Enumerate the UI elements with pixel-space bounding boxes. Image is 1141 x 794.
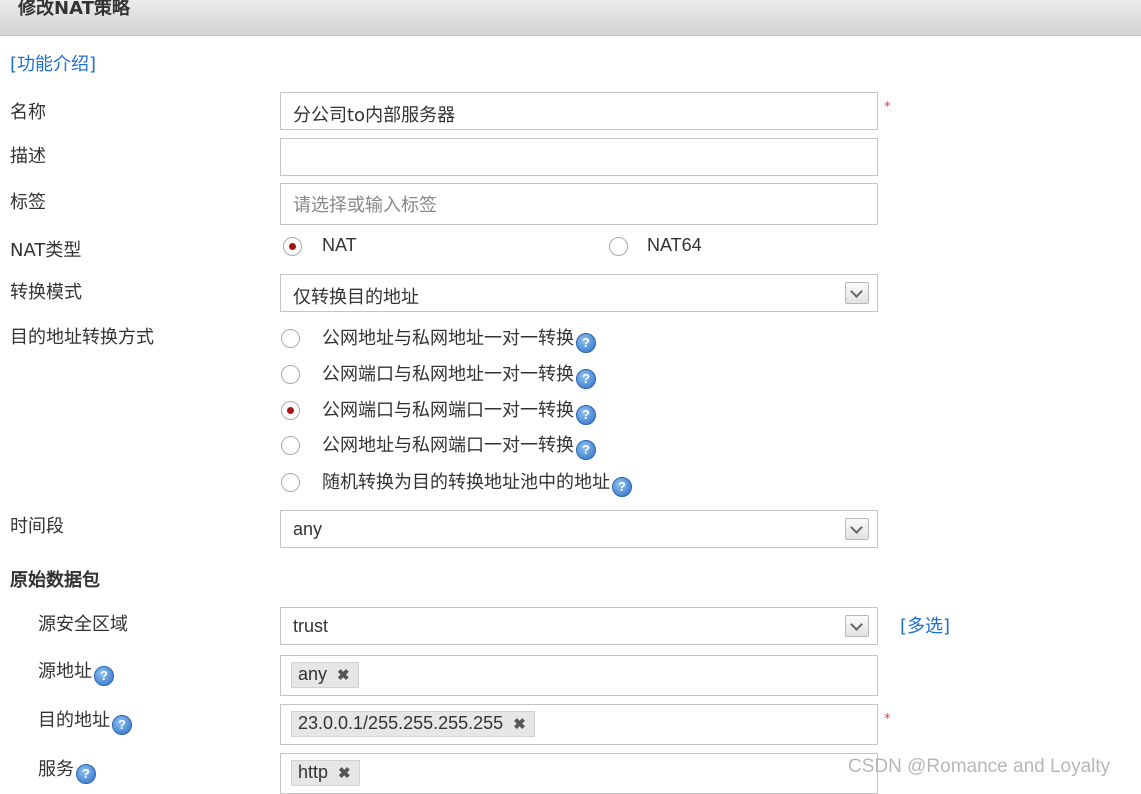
dst-convert-option-4-label: 公网地址与私网端口一对一转换 <box>322 435 574 456</box>
remove-tag-icon[interactable]: ✖ <box>513 716 526 733</box>
nat-type-option-nat[interactable]: NAT <box>322 235 357 256</box>
src-addr-label-text: 源地址 <box>38 661 92 682</box>
chevron-down-icon[interactable] <box>845 615 869 637</box>
nat-type-label: NAT类型 <box>10 240 82 261</box>
page-title: 修改NAT策略 <box>18 0 130 19</box>
convert-mode-value: 仅转换目的地址 <box>293 287 419 308</box>
dst-convert-option-5[interactable]: 随机转换为目的转换地址池中的地址? <box>322 468 632 497</box>
dst-convert-method-label: 目的地址转换方式 <box>10 327 154 348</box>
help-icon[interactable]: ? <box>576 440 596 460</box>
dst-addr-input[interactable]: 23.0.0.1/255.255.255.255 ✖ <box>280 704 878 745</box>
description-input[interactable] <box>280 138 878 176</box>
remove-tag-icon[interactable]: ✖ <box>337 667 350 684</box>
time-range-label: 时间段 <box>10 516 64 537</box>
chevron-down-icon[interactable] <box>845 518 869 540</box>
name-input[interactable]: 分公司to内部服务器 <box>280 92 878 130</box>
help-icon[interactable]: ? <box>612 477 632 497</box>
dst-convert-radio-3[interactable] <box>281 401 300 420</box>
help-icon[interactable]: ? <box>576 405 596 425</box>
convert-mode-label: 转换模式 <box>10 282 82 303</box>
dst-addr-tag-text: 23.0.0.1/255.255.255.255 <box>298 713 504 733</box>
src-zone-label: 源安全区域 <box>38 614 128 635</box>
chevron-down-icon[interactable] <box>845 282 869 304</box>
src-addr-tag-text: any <box>298 664 328 684</box>
dst-convert-radio-4[interactable] <box>281 436 300 455</box>
src-zone-select[interactable]: trust <box>280 607 878 645</box>
service-label: 服务? <box>38 755 96 784</box>
nat-type-radio-nat[interactable] <box>283 237 302 256</box>
src-addr-tag: any ✖ <box>291 662 359 688</box>
dst-convert-option-3[interactable]: 公网端口与私网端口一对一转换? <box>322 396 596 425</box>
name-required-mark: * <box>884 100 891 115</box>
dst-convert-option-2-label: 公网端口与私网地址一对一转换 <box>322 364 574 385</box>
nat-type-radio-nat64[interactable] <box>609 237 628 256</box>
help-icon[interactable]: ? <box>112 715 132 735</box>
watermark: CSDN @Romance and Loyalty <box>848 756 1111 777</box>
dst-convert-option-4[interactable]: 公网地址与私网端口一对一转换? <box>322 431 596 460</box>
service-tag: http ✖ <box>291 760 360 786</box>
dst-convert-radio-2[interactable] <box>281 365 300 384</box>
service-label-text: 服务 <box>38 759 74 780</box>
original-packet-heading: 原始数据包 <box>10 570 100 591</box>
service-input[interactable]: http ✖ <box>280 753 878 794</box>
dst-convert-option-5-label: 随机转换为目的转换地址池中的地址 <box>322 472 610 493</box>
dst-convert-option-1[interactable]: 公网地址与私网地址一对一转换? <box>322 324 596 353</box>
multi-select-link[interactable]: [多选] <box>900 612 950 638</box>
dst-convert-option-3-label: 公网端口与私网端口一对一转换 <box>322 400 574 421</box>
tags-input-placeholder: 请选择或输入标签 <box>293 195 437 216</box>
time-range-value: any <box>293 519 323 539</box>
dst-addr-required-mark: * <box>884 712 891 727</box>
dst-addr-label-text: 目的地址 <box>38 710 110 731</box>
intro-link[interactable]: [功能介绍] <box>10 50 96 76</box>
convert-mode-select[interactable]: 仅转换目的地址 <box>280 274 878 312</box>
dst-convert-option-2[interactable]: 公网端口与私网地址一对一转换? <box>322 360 596 389</box>
name-input-value: 分公司to内部服务器 <box>293 105 456 126</box>
src-addr-input[interactable]: any ✖ <box>280 655 878 696</box>
nat-type-option-nat64[interactable]: NAT64 <box>647 235 702 256</box>
help-icon[interactable]: ? <box>76 764 96 784</box>
dst-convert-radio-1[interactable] <box>281 329 300 348</box>
dst-addr-tag: 23.0.0.1/255.255.255.255 ✖ <box>291 711 535 737</box>
src-addr-label: 源地址? <box>38 657 114 686</box>
dst-convert-option-1-label: 公网地址与私网地址一对一转换 <box>322 328 574 349</box>
tags-label: 标签 <box>10 192 46 213</box>
dst-addr-label: 目的地址? <box>38 706 132 735</box>
help-icon[interactable]: ? <box>576 333 596 353</box>
tags-input[interactable]: 请选择或输入标签 <box>280 183 878 225</box>
remove-tag-icon[interactable]: ✖ <box>338 765 351 782</box>
title-bar: 修改NAT策略 <box>0 0 1141 36</box>
help-icon[interactable]: ? <box>94 666 114 686</box>
service-tag-text: http <box>298 762 329 782</box>
help-icon[interactable]: ? <box>576 369 596 389</box>
name-label: 名称 <box>10 102 46 123</box>
dst-convert-radio-5[interactable] <box>281 473 300 492</box>
src-zone-value: trust <box>293 616 329 636</box>
time-range-select[interactable]: any <box>280 510 878 548</box>
description-label: 描述 <box>10 146 46 167</box>
